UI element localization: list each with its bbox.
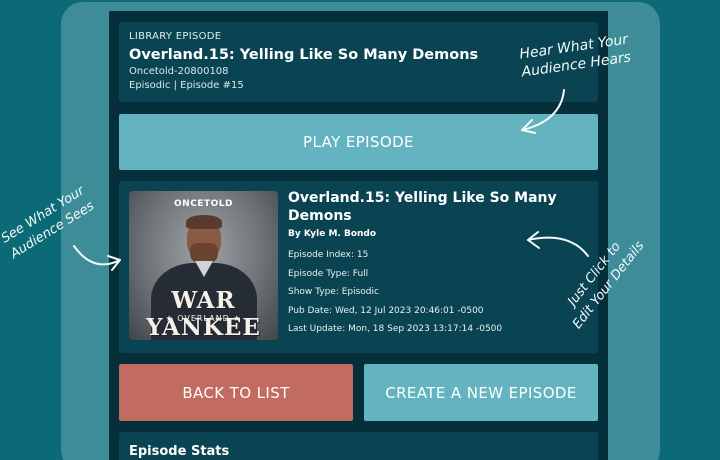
episode-info: Overland.15: Yelling Like So Many Demons… <box>288 189 588 335</box>
detail-last-update: Last Update: Mon, 18 Sep 2023 13:17:14 -… <box>288 324 503 334</box>
episode-details-card[interactable]: ONCETOLD WAR YANKEE ★ OVERLAND ★ Overlan… <box>119 181 598 353</box>
back-to-list-button[interactable]: BACK TO LIST <box>119 364 353 421</box>
episode-cover-art[interactable]: ONCETOLD WAR YANKEE ★ OVERLAND ★ <box>129 191 278 340</box>
cover-brand: ONCETOLD <box>174 199 233 209</box>
episode-stats-card: Episode Stats <box>119 432 598 460</box>
cover-figure-hair <box>186 215 222 229</box>
detail-show-type: Show Type: Episodic <box>288 287 379 297</box>
arrow-to-cover-icon <box>73 245 121 271</box>
stats-title: Episode Stats <box>129 444 230 459</box>
details-title: Overland.15: Yelling Like So Many Demons <box>288 190 557 224</box>
arrow-to-details-icon <box>527 231 589 257</box>
detail-episode-type: Episode Type: Full <box>288 268 369 279</box>
detail-pub-date: Pub Date: Wed, 12 Jul 2023 20:46:01 -050… <box>288 305 484 316</box>
arrow-to-play-icon <box>521 89 565 134</box>
create-episode-button[interactable]: CREATE A NEW EPISODE <box>364 364 598 421</box>
eyebrow-label: LIBRARY EPISODE <box>129 31 222 42</box>
cover-subtitle: ★ OVERLAND ★ <box>165 314 242 323</box>
